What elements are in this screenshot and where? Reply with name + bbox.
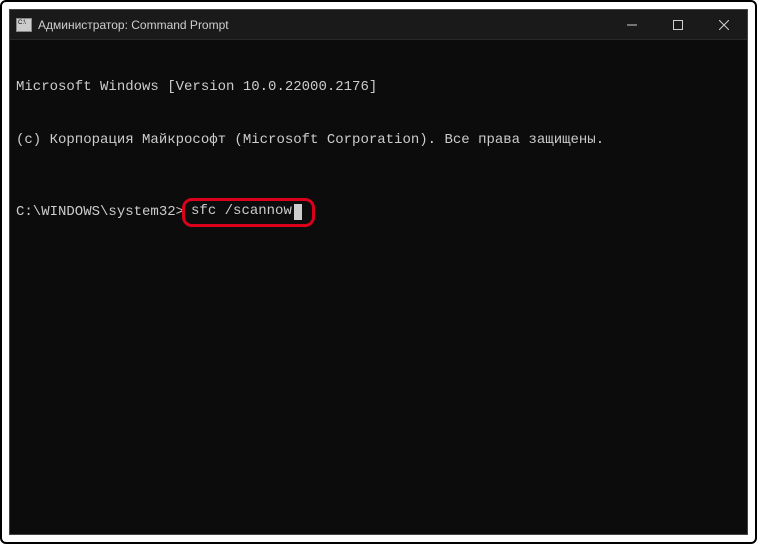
cmd-icon bbox=[16, 18, 32, 32]
copyright-line: (c) Корпорация Майкрософт (Microsoft Cor… bbox=[16, 132, 741, 150]
window-title: Администратор: Command Prompt bbox=[38, 18, 229, 32]
terminal-area[interactable]: Microsoft Windows [Version 10.0.22000.21… bbox=[10, 40, 747, 534]
minimize-button[interactable] bbox=[609, 10, 655, 39]
maximize-icon bbox=[673, 20, 683, 30]
titlebar-left: Администратор: Command Prompt bbox=[16, 18, 229, 32]
text-cursor bbox=[294, 204, 302, 220]
titlebar[interactable]: Администратор: Command Prompt bbox=[10, 10, 747, 40]
command-prompt-window: Администратор: Command Prompt bbox=[9, 9, 748, 535]
command-text: sfc /scannow bbox=[191, 203, 292, 221]
close-icon bbox=[719, 20, 729, 30]
screenshot-frame: Администратор: Command Prompt bbox=[0, 0, 757, 544]
prompt-line: C:\WINDOWS\system32> sfc /scannow bbox=[16, 198, 741, 227]
maximize-button[interactable] bbox=[655, 10, 701, 39]
minimize-icon bbox=[627, 20, 637, 30]
window-controls bbox=[609, 10, 747, 39]
command-highlight: sfc /scannow bbox=[182, 198, 315, 227]
prompt-path: C:\WINDOWS\system32> bbox=[16, 204, 184, 222]
close-button[interactable] bbox=[701, 10, 747, 39]
version-line: Microsoft Windows [Version 10.0.22000.21… bbox=[16, 79, 741, 97]
